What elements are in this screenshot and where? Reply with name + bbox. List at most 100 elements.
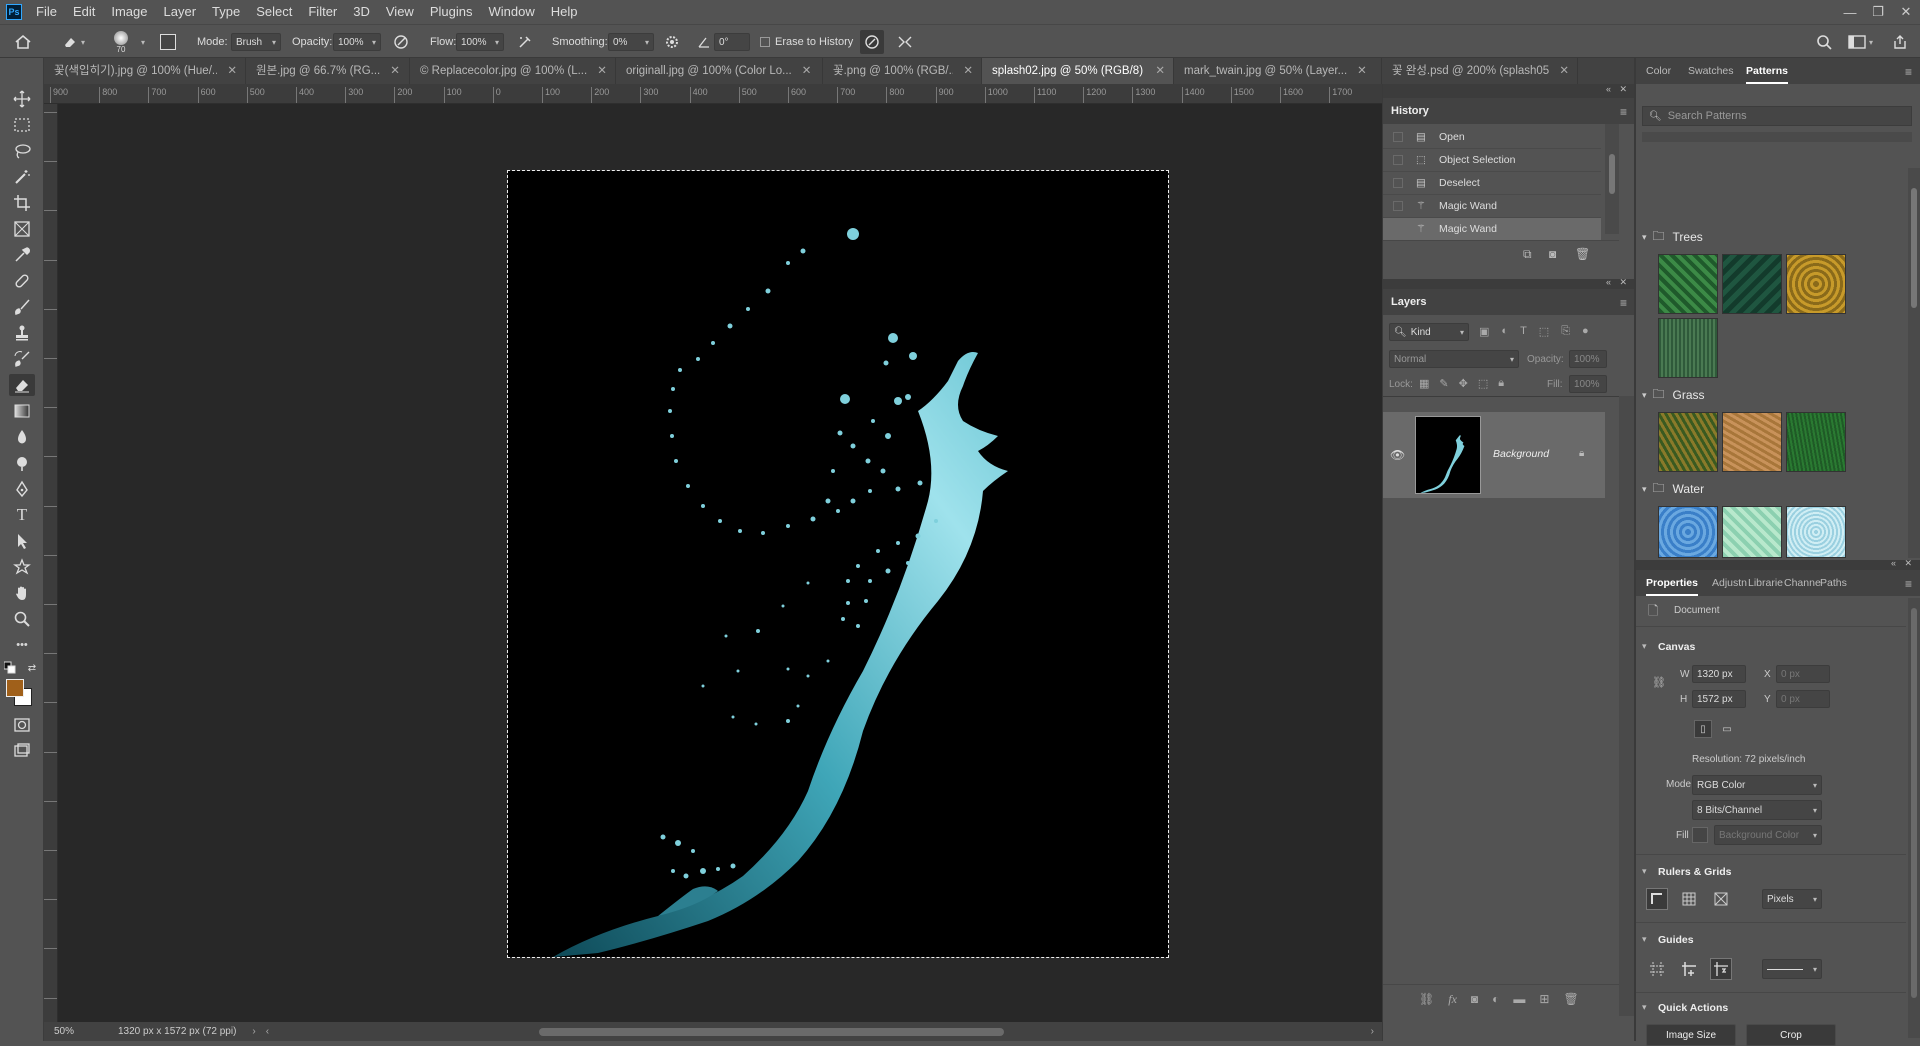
type-tool-icon[interactable]: T: [9, 504, 35, 526]
menu-3d[interactable]: 3D: [345, 0, 378, 24]
menu-plugins[interactable]: Plugins: [422, 0, 481, 24]
tab-adjustments[interactable]: Adjustn: [1712, 570, 1747, 596]
filter-type-icon[interactable]: T: [1520, 325, 1527, 338]
tab-properties[interactable]: Properties: [1646, 570, 1698, 596]
layers-scrollbar[interactable]: [1619, 396, 1635, 1016]
share-icon[interactable]: [1892, 25, 1908, 59]
canvas-x-field[interactable]: 0 px: [1776, 665, 1830, 683]
brush-size-picker[interactable]: 70: [114, 25, 128, 59]
dodge-tool-icon[interactable]: [9, 452, 35, 474]
lasso-tool-icon[interactable]: [9, 140, 35, 162]
lock-pixels-icon[interactable]: ✎: [1439, 377, 1448, 390]
history-item[interactable]: ⚚ Magic Wand: [1383, 195, 1601, 218]
tab-document[interactable]: 원본.jpg @ 66.7% (RG... ✕: [246, 58, 410, 84]
tab-document-active[interactable]: splash02.jpg @ 50% (RGB/8) * ✕: [982, 58, 1174, 84]
layer-row-background[interactable]: 👁︎ Background 🔒︎: [1383, 412, 1605, 498]
foreground-color-swatch[interactable]: [6, 679, 24, 697]
blend-mode-select[interactable]: Normal ▾: [1389, 350, 1519, 368]
patterns-scrollbar[interactable]: [1908, 168, 1920, 558]
hand-tool-icon[interactable]: [9, 582, 35, 604]
search-patterns-field[interactable]: 🔍︎ Search Patterns: [1642, 106, 1912, 126]
history-scrollbar[interactable]: [1605, 124, 1619, 234]
pattern-swatch[interactable]: [1722, 506, 1782, 558]
home-icon[interactable]: [14, 25, 32, 59]
tab-document[interactable]: 꽃(색입히기).jpg @ 100% (Hue/... ✕: [44, 58, 246, 84]
chevron-down-icon[interactable]: ▾: [1642, 1002, 1647, 1013]
properties-menu-icon[interactable]: ≡: [1905, 577, 1912, 591]
pattern-swatch[interactable]: [1658, 254, 1718, 314]
layer-style-icon[interactable]: fx: [1448, 992, 1457, 1007]
restore-icon[interactable]: ❐: [1864, 0, 1892, 24]
layer-fill-field[interactable]: 100%: [1569, 375, 1607, 393]
shape-tool-icon[interactable]: [9, 556, 35, 578]
pattern-swatch[interactable]: [1786, 412, 1846, 472]
menu-image[interactable]: Image: [103, 0, 155, 24]
menu-view[interactable]: View: [378, 0, 422, 24]
pressure-opacity-icon[interactable]: [392, 25, 410, 59]
menu-filter[interactable]: Filter: [300, 0, 345, 24]
bit-depth-select[interactable]: 8 Bits/Channel ▾: [1692, 800, 1822, 820]
portrait-orientation-icon[interactable]: ▯: [1694, 720, 1712, 738]
menu-window[interactable]: Window: [480, 0, 542, 24]
zoom-tool-icon[interactable]: [9, 608, 35, 630]
close-tab-icon[interactable]: ✕: [963, 58, 973, 84]
scroll-left-icon[interactable]: ‹: [266, 1026, 269, 1037]
tab-document[interactable]: © Replacecolor.jpg @ 100% (L... ✕: [410, 58, 616, 84]
more-tools-icon[interactable]: •••: [9, 634, 35, 656]
layer-opacity-field[interactable]: 100%: [1569, 350, 1607, 368]
pattern-group-grass[interactable]: ▾ 🗀︎ Grass: [1636, 384, 1906, 406]
add-mask-icon[interactable]: ◙: [1471, 992, 1478, 1007]
pattern-swatch[interactable]: [1722, 412, 1782, 472]
screen-mode-icon[interactable]: [9, 740, 35, 762]
guide-style-select[interactable]: ▾: [1762, 959, 1822, 979]
properties-scrollbar[interactable]: [1908, 598, 1920, 1038]
eraser-preset-icon[interactable]: ▾: [62, 25, 85, 59]
image-size-button[interactable]: Image Size: [1646, 1024, 1736, 1046]
magic-wand-tool-icon[interactable]: [9, 166, 35, 188]
chevron-down-icon[interactable]: ▾: [1642, 641, 1647, 652]
chevron-down-icon[interactable]: ▾: [1642, 934, 1647, 945]
move-tool-icon[interactable]: [9, 88, 35, 110]
scroll-right-icon[interactable]: ›: [1371, 1026, 1374, 1037]
horizontal-scrollbar[interactable]: [539, 1028, 1004, 1036]
guides-header[interactable]: Guides: [1658, 934, 1694, 946]
history-panel-title[interactable]: History: [1391, 105, 1429, 117]
pattern-swatch[interactable]: [1722, 254, 1782, 314]
zoom-level[interactable]: 50%: [54, 1026, 94, 1037]
minimize-icon[interactable]: —: [1836, 0, 1864, 24]
canvas-y-field[interactable]: 0 px: [1776, 690, 1830, 708]
brush-settings-icon[interactable]: [160, 25, 176, 59]
marquee-tool-icon[interactable]: [9, 114, 35, 136]
link-dimensions-icon[interactable]: ⛓︎: [1652, 676, 1666, 689]
menu-edit[interactable]: Edit: [65, 0, 103, 24]
pattern-swatch[interactable]: [1786, 506, 1846, 558]
landscape-orientation-icon[interactable]: ▭: [1718, 720, 1736, 738]
pen-tool-icon[interactable]: [9, 478, 35, 500]
close-tab-icon[interactable]: ✕: [1357, 58, 1367, 84]
default-colors-icon[interactable]: [4, 661, 16, 674]
close-tab-icon[interactable]: ✕: [1155, 58, 1165, 84]
tab-color[interactable]: Color: [1646, 58, 1671, 84]
history-item[interactable]: ⬚ Object Selection: [1383, 149, 1601, 172]
close-tab-icon[interactable]: ✕: [597, 58, 607, 84]
history-item[interactable]: ▤ Deselect: [1383, 172, 1601, 195]
pattern-swatch[interactable]: [1786, 254, 1846, 314]
menu-file[interactable]: File: [28, 0, 65, 24]
canvas-width-field[interactable]: 1320 px: [1692, 665, 1746, 683]
guide-layout-icon[interactable]: [1710, 958, 1732, 980]
workspace-icon[interactable]: ▾: [1848, 25, 1873, 59]
mode-select[interactable]: Brush ▾: [231, 33, 281, 51]
angle-field[interactable]: 0°: [714, 33, 750, 51]
tab-channels[interactable]: Channe: [1784, 570, 1821, 596]
opacity-field[interactable]: 100% ▾: [333, 33, 381, 51]
blur-tool-icon[interactable]: [9, 426, 35, 448]
quick-mask-icon[interactable]: [9, 714, 35, 736]
new-document-from-state-icon[interactable]: ⧉: [1523, 247, 1532, 262]
fill-color-swatch[interactable]: [1692, 827, 1708, 843]
path-selection-tool-icon[interactable]: [9, 530, 35, 552]
collapse-layers-icon[interactable]: «: [1606, 277, 1611, 287]
close-tab-icon[interactable]: ✕: [1559, 58, 1569, 84]
new-layer-icon[interactable]: ⊞: [1539, 992, 1549, 1007]
close-tab-icon[interactable]: ✕: [802, 58, 812, 84]
gradient-tool-icon[interactable]: [9, 400, 35, 422]
